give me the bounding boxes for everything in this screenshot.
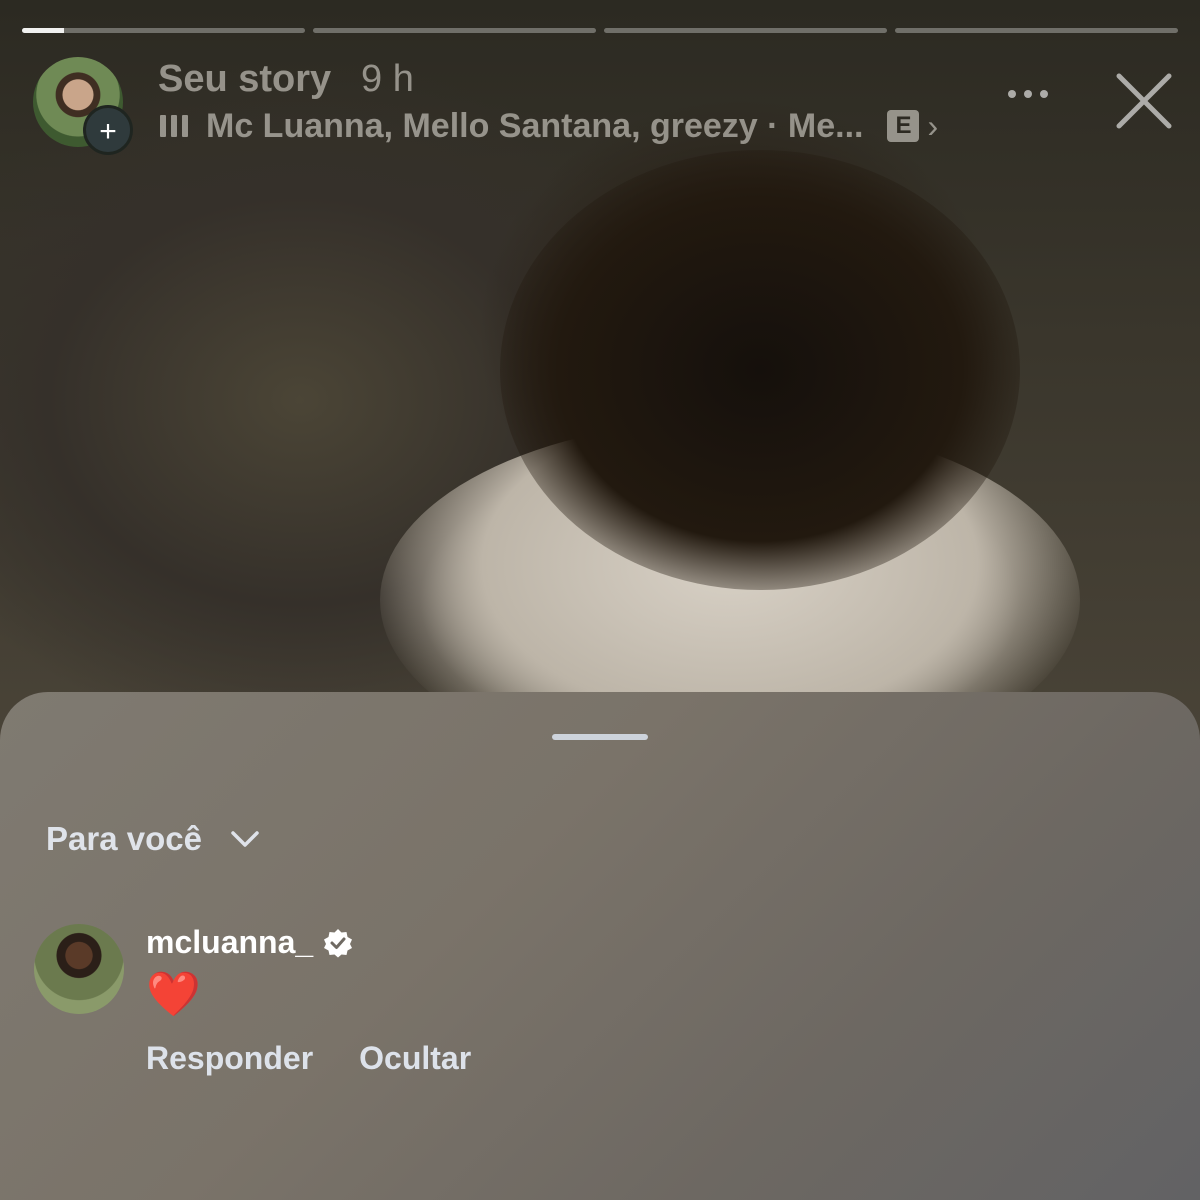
plus-icon: +: [99, 115, 117, 148]
comment-text: ❤️: [146, 970, 201, 1019]
filter-dropdown[interactable]: Para você: [46, 820, 260, 858]
ellipsis-icon: [1008, 90, 1016, 98]
explicit-badge: E: [887, 110, 920, 142]
reply-button[interactable]: Responder: [146, 1040, 313, 1077]
more-options-button[interactable]: [1008, 90, 1048, 98]
sheet-grabber[interactable]: [552, 734, 648, 740]
story-timestamp: 9 h: [361, 58, 414, 100]
close-button[interactable]: [1113, 70, 1175, 132]
chevron-right-icon: ›: [927, 107, 939, 144]
music-text: Mc Luanna, Mello Santana, greezy · Me...: [206, 106, 864, 145]
filter-label: Para você: [46, 820, 202, 857]
sound-bars-icon: [160, 115, 188, 137]
comment-actions: Responder Ocultar: [146, 1040, 471, 1077]
commenter-avatar[interactable]: [34, 924, 124, 1014]
progress-segment: [895, 28, 1178, 33]
story-progress: [22, 28, 1178, 33]
add-story-button[interactable]: +: [83, 105, 133, 155]
music-attribution[interactable]: Mc Luanna, Mello Santana, greezy · Me...…: [160, 106, 938, 146]
close-icon: [1116, 73, 1172, 129]
comments-sheet: Para você mcluanna_ ❤️ Responder Ocultar: [0, 692, 1200, 1200]
username-text: mcluanna_: [146, 924, 314, 960]
hide-button[interactable]: Ocultar: [359, 1040, 471, 1077]
progress-segment: [604, 28, 887, 33]
progress-segment: [22, 28, 305, 33]
verified-badge-icon: [324, 928, 353, 957]
progress-segment: [313, 28, 596, 33]
chevron-down-icon: [231, 831, 259, 847]
commenter-username[interactable]: mcluanna_: [146, 924, 353, 961]
story-owner-label[interactable]: Seu story: [158, 58, 331, 101]
progress-fill: [22, 28, 65, 33]
story-figure-head: [500, 150, 1020, 590]
